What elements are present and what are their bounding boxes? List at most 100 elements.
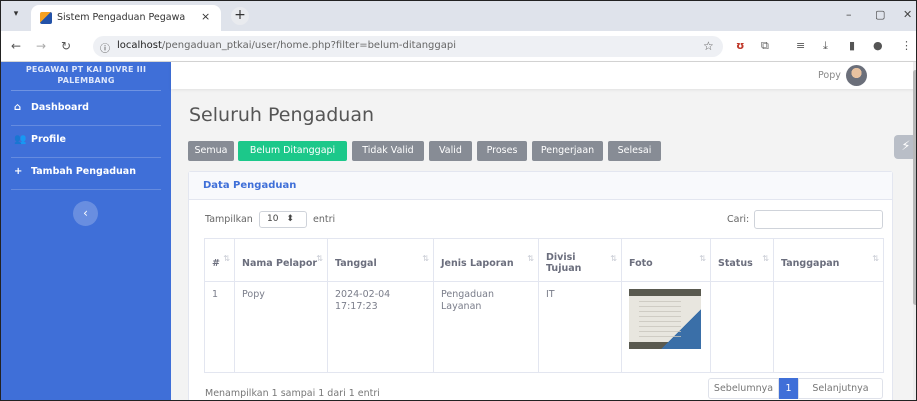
avatar[interactable]: [846, 65, 867, 86]
column-label: Foto: [629, 257, 653, 269]
divider: [11, 157, 161, 158]
page-scrollbar[interactable]: [913, 62, 916, 400]
page-title: Seluruh Pengaduan: [189, 104, 375, 126]
column-label: Tanggapan: [781, 257, 840, 269]
table-info: Menampilkan 1 sampai 1 dari 1 entri: [205, 388, 380, 399]
sort-icon: ⇅: [223, 254, 230, 263]
plus-icon: +: [14, 166, 23, 177]
length-label: Tampilkan: [205, 214, 253, 225]
column-header-status[interactable]: Status ⇅: [710, 238, 774, 282]
site-info-icon[interactable]: ⓘ: [100, 40, 110, 55]
filter-semua-button[interactable]: Semua: [188, 141, 234, 161]
url-host: localhost: [117, 40, 162, 51]
pagination-next-button[interactable]: Selanjutnya: [798, 378, 883, 399]
column-header-jenis-laporan[interactable]: Jenis Laporan ⇅: [433, 238, 539, 282]
back-icon[interactable]: ←: [11, 39, 21, 53]
filter-pengerjaan-button[interactable]: Pengerjaan: [532, 141, 603, 161]
sort-icon: ⇅: [699, 254, 706, 263]
column-label: Nama Pelapor: [242, 257, 318, 269]
column-header-nama-pelapor[interactable]: Nama Pelapor ⇅: [234, 238, 328, 282]
topbar: Popy: [171, 62, 916, 89]
cell-jenis-laporan: Pengaduan Layanan: [433, 281, 539, 373]
extension-icon[interactable]: ʊ: [736, 39, 745, 52]
sidebar-panel-icon[interactable]: ▮: [849, 39, 855, 52]
users-icon: 👥: [14, 134, 27, 145]
cell-tanggal: 2024-02-04 17:17:23: [327, 281, 434, 373]
pagination-prev-button[interactable]: Sebelumnya: [708, 378, 779, 399]
url-text: localhost/pengaduan_ptkai/user/home.php?…: [117, 40, 456, 51]
length-suffix: entri: [313, 214, 336, 225]
column-label: Jenis Laporan: [441, 257, 514, 269]
column-header-foto[interactable]: Foto ⇅: [621, 238, 711, 282]
url-field[interactable]: ⓘ localhost/pengaduan_ptkai/user/home.ph…: [93, 36, 723, 57]
filter-valid-button[interactable]: Valid: [429, 141, 472, 161]
cell-divisi-tujuan: IT: [538, 281, 622, 373]
divider: [11, 189, 161, 190]
cell-no: 1: [204, 281, 235, 373]
sidebar: PEGAWAI PT KAI DIVRE III PALEMBANG ⌂ Dash…: [1, 62, 171, 400]
entries-value: 10: [267, 214, 279, 224]
brand-line-1: PEGAWAI PT KAI DIVRE III: [25, 65, 147, 74]
entries-select[interactable]: 10 ⬍: [259, 211, 307, 228]
sidebar-item-label: Profile: [31, 134, 66, 145]
cell-foto: [621, 281, 711, 373]
browser-window: ▾ Sistem Pengaduan Pegawai PT × + – ▢ ✕ …: [0, 0, 917, 401]
sidebar-item-label: Tambah Pengaduan: [31, 166, 136, 177]
column-label: Tanggal: [335, 257, 377, 269]
tab-close-icon[interactable]: ×: [201, 10, 210, 23]
sidebar-toggle-button[interactable]: ‹: [73, 201, 98, 226]
scrollbar-thumb[interactable]: [913, 70, 916, 305]
filter-selesai-button[interactable]: Selesai: [608, 141, 661, 161]
minimize-icon[interactable]: –: [846, 8, 852, 21]
reading-list-icon[interactable]: ≡: [796, 39, 805, 52]
card-title: Data Pengaduan: [203, 180, 297, 191]
address-bar-row: ← → ↻ ⓘ localhost/pengaduan_ptkai/user/h…: [1, 31, 916, 62]
column-header-divisi-tujuan[interactable]: Divisi Tujuan ⇅: [538, 238, 622, 282]
divider: [11, 125, 161, 126]
sidebar-item-label: Dashboard: [31, 102, 89, 113]
filter-tidak-valid-button[interactable]: Tidak Valid: [352, 141, 424, 161]
brand-line-2: PALEMBANG: [57, 76, 115, 85]
url-path: /pengaduan_ptkai/user/home.php?filter=be…: [161, 40, 457, 51]
new-tab-button[interactable]: +: [231, 7, 249, 25]
tab-title: Sistem Pengaduan Pegawai PT: [57, 12, 185, 23]
sidebar-item-profile[interactable]: 👥 Profile: [14, 134, 66, 148]
select-arrows-icon: ⬍: [286, 214, 294, 224]
column-header-tanggal[interactable]: Tanggal ⇅: [327, 238, 434, 282]
filter-proses-button[interactable]: Proses: [477, 141, 527, 161]
close-window-icon[interactable]: ✕: [903, 8, 912, 21]
sort-icon: ⇅: [872, 254, 879, 263]
tab-strip: ▾ Sistem Pengaduan Pegawai PT × + – ▢ ✕: [1, 1, 916, 31]
tab-search-icon[interactable]: ▾: [9, 9, 23, 23]
card-header: Data Pengaduan: [189, 172, 892, 200]
reload-icon[interactable]: ↻: [61, 39, 71, 53]
sort-icon: ⇅: [610, 254, 617, 263]
sidebar-item-dashboard[interactable]: ⌂ Dashboard: [14, 102, 89, 116]
profile-avatar-icon[interactable]: ●: [873, 39, 883, 52]
sort-icon: ⇅: [422, 254, 429, 263]
table-header-row: # ⇅ Nama Pelapor ⇅ Tanggal ⇅ Jenis Laporan ⇅…: [204, 238, 884, 282]
data-card: Data Pengaduan Tampilkan 10 ⬍ entri Cari…: [188, 171, 893, 400]
bookmark-star-icon[interactable]: ☆: [703, 39, 714, 53]
filter-belum-ditanggapi-button[interactable]: Belum Ditanggapi: [238, 141, 347, 161]
search-label: Cari:: [727, 214, 750, 225]
column-header-tanggapan[interactable]: Tanggapan ⇅: [773, 238, 884, 282]
cell-tanggapan: [773, 281, 884, 373]
favicon-icon: [40, 12, 52, 24]
user-name[interactable]: Popy: [818, 70, 841, 81]
report-photo-thumbnail[interactable]: [629, 289, 701, 349]
sort-icon: ⇅: [527, 254, 534, 263]
column-header-no[interactable]: # ⇅: [204, 238, 235, 282]
column-label: Status: [718, 257, 753, 269]
sidebar-brand[interactable]: PEGAWAI PT KAI DIVRE III PALEMBANG: [1, 64, 171, 86]
restore-icon[interactable]: ▢: [875, 8, 885, 21]
sidebar-item-tambah-pengaduan[interactable]: + Tambah Pengaduan: [14, 166, 136, 180]
search-input[interactable]: [754, 210, 883, 229]
pagination-page-1[interactable]: 1: [779, 378, 798, 399]
home-icon: ⌂: [14, 102, 22, 113]
download-icon[interactable]: ⤓: [823, 39, 828, 53]
extensions-puzzle-icon[interactable]: ⧉: [761, 39, 769, 53]
browser-tab[interactable]: Sistem Pengaduan Pegawai PT ×: [31, 5, 221, 31]
menu-dots-icon[interactable]: ⋮: [901, 39, 912, 52]
forward-icon[interactable]: →: [36, 39, 46, 53]
